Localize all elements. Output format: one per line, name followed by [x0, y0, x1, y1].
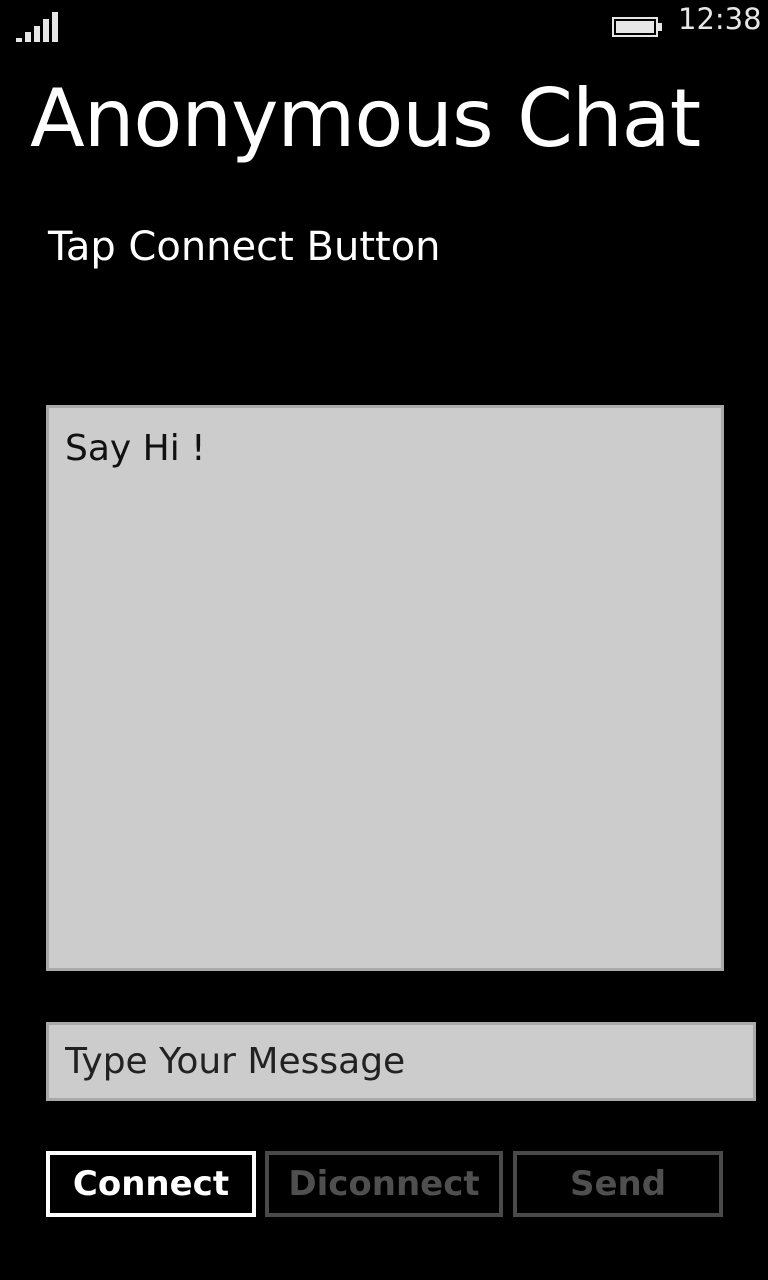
page-title: Anonymous Chat	[30, 72, 701, 165]
disconnect-button[interactable]: Diconnect	[265, 1151, 503, 1217]
clock: 12:38	[678, 2, 762, 36]
connection-status-text: Tap Connect Button	[48, 224, 441, 270]
send-button[interactable]: Send	[513, 1151, 723, 1217]
chat-log[interactable]: Say Hi !	[46, 405, 724, 971]
chat-log-text: Say Hi !	[65, 428, 206, 469]
phone-screen: 12:38 Anonymous Chat Tap Connect Button …	[0, 0, 768, 1280]
battery-icon	[612, 17, 662, 37]
signal-strength-icon	[16, 12, 58, 42]
connect-button[interactable]: Connect	[46, 1151, 256, 1217]
message-input[interactable]	[46, 1022, 756, 1101]
status-bar: 12:38	[0, 0, 768, 48]
